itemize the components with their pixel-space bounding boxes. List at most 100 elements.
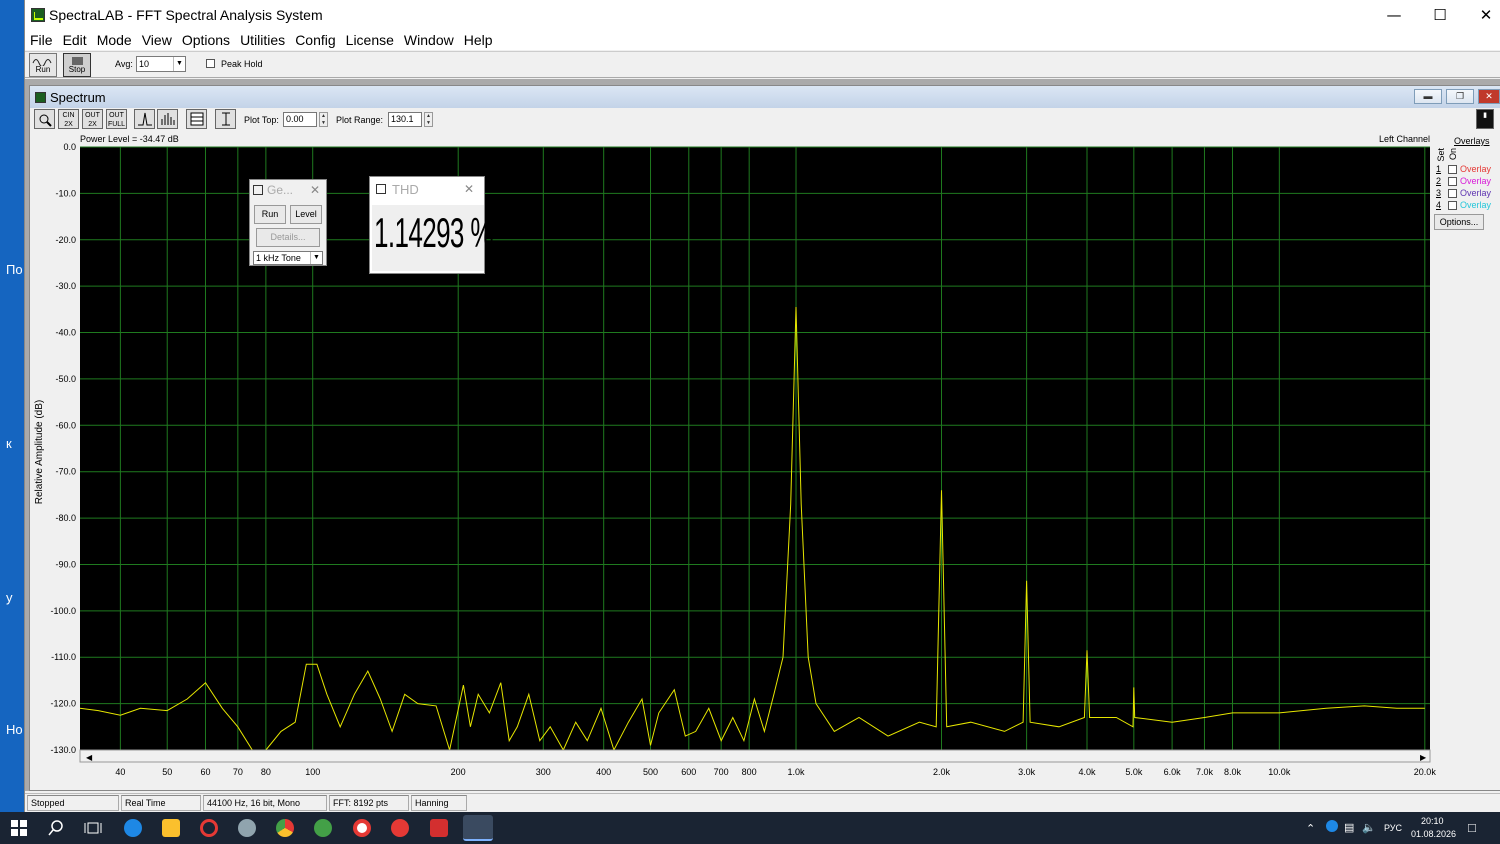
scroll-right-icon[interactable]: ▶: [1420, 753, 1427, 762]
display-icon[interactable]: ▤: [1344, 821, 1354, 834]
horizontal-scrollbar[interactable]: [79, 749, 1431, 763]
tone-select[interactable]: 1 kHz Tone ▼: [253, 251, 323, 265]
menu-window[interactable]: Window: [399, 32, 459, 48]
zoom-out-2x-icon[interactable]: OUT 2X: [82, 109, 103, 129]
menu-license[interactable]: License: [341, 32, 399, 48]
desktop-label: По: [6, 262, 23, 277]
yandex-icon[interactable]: [391, 819, 409, 837]
generator-run-button[interactable]: Run: [254, 205, 286, 224]
close-icon[interactable]: ✕: [1463, 0, 1500, 29]
plot-top-input[interactable]: 0.00: [283, 112, 317, 127]
file-explorer-icon[interactable]: [162, 819, 180, 837]
chrome-icon[interactable]: [276, 819, 294, 837]
app-icon[interactable]: [238, 819, 256, 837]
zoom-in-2x-icon[interactable]: CIN 2X: [58, 109, 79, 129]
overlays-title[interactable]: Overlays: [1454, 136, 1490, 146]
overlay-set-2[interactable]: 2: [1436, 176, 1441, 186]
overlay-set-1[interactable]: 1: [1436, 164, 1441, 174]
y-tick-label: -90.0: [55, 559, 76, 569]
generator-level-button[interactable]: Level: [290, 205, 322, 224]
title-bar[interactable]: SpectraLAB - FFT Spectral Analysis Syste…: [25, 0, 1500, 29]
run-button[interactable]: Run: [29, 53, 57, 77]
zoom-full-icon[interactable]: OUT FULL: [106, 109, 127, 129]
spectrum-chart[interactable]: 0.0 -10.0 -20.0 -30.0 -40.0 -50.0 -60.0 -70.0 -8…: [30, 132, 1450, 782]
y-tick-label: -70.0: [55, 467, 76, 477]
overlay-set-3[interactable]: 3: [1436, 188, 1441, 198]
menu-file[interactable]: File: [25, 32, 58, 48]
edge-icon[interactable]: [124, 819, 142, 837]
generator-details-button[interactable]: Details...: [256, 228, 320, 247]
spectrum-title-bar[interactable]: Spectrum ▬ ❐ ✕: [30, 86, 1500, 108]
x-tick-label: 5.0k: [1125, 767, 1143, 777]
close-icon[interactable]: ✕: [1478, 89, 1500, 104]
menu-utilities[interactable]: Utilities: [235, 32, 290, 48]
network-icon[interactable]: [1326, 820, 1338, 832]
desktop-label: Но: [6, 722, 23, 737]
minimize-icon[interactable]: —: [1371, 0, 1417, 29]
restore-icon[interactable]: ❐: [1446, 89, 1474, 104]
maximize-icon[interactable]: ☐: [1417, 0, 1463, 29]
overlay-label: Overlay: [1460, 164, 1492, 174]
notification-icon[interactable]: □: [1468, 820, 1476, 835]
peak-hold-checkbox[interactable]: [206, 59, 215, 68]
opera-icon[interactable]: [200, 819, 218, 837]
avg-select[interactable]: 10 ▼: [136, 56, 186, 72]
browser-icon[interactable]: [314, 819, 332, 837]
close-icon[interactable]: ✕: [464, 182, 474, 196]
generator-title-bar[interactable]: Ge... ✕: [250, 180, 326, 200]
x-tick-label: 60: [200, 767, 210, 777]
plot-top-spinner-icon[interactable]: ▲ ▼: [319, 112, 328, 127]
search-icon[interactable]: [47, 819, 65, 837]
start-icon[interactable]: [10, 819, 28, 837]
chevron-up-icon[interactable]: ⌃: [1306, 822, 1315, 835]
thd-title-bar[interactable]: THD ✕: [370, 179, 484, 199]
overlays-panel: Overlays Set On 1 Overlay 2 Overlay 3 Overlay…: [1432, 134, 1500, 234]
y-tick-label: -20.0: [55, 235, 76, 245]
volume-icon[interactable]: 🔈: [1362, 821, 1376, 834]
plot-range-spinner-icon[interactable]: ▲ ▼: [424, 112, 433, 127]
menu-help[interactable]: Help: [459, 32, 498, 48]
plot-range-label: Plot Range:: [336, 115, 384, 125]
menu-config[interactable]: Config: [290, 32, 340, 48]
y-tick-label: 0.0: [63, 142, 76, 152]
stop-button[interactable]: Stop: [63, 53, 91, 77]
task-view-icon[interactable]: [84, 819, 102, 837]
office-icon[interactable]: [430, 819, 448, 837]
y-axis-label: Relative Amplitude (dB): [34, 400, 45, 505]
menu-mode[interactable]: Mode: [92, 32, 137, 48]
menu-view[interactable]: View: [137, 32, 177, 48]
x-tick-label: 3.0k: [1018, 767, 1036, 777]
y-tick-label: -60.0: [55, 420, 76, 430]
cursor-icon[interactable]: [215, 109, 236, 129]
menu-edit[interactable]: Edit: [58, 32, 92, 48]
zoom-icon[interactable]: [34, 109, 55, 129]
overlay-on-checkbox[interactable]: [1448, 177, 1457, 186]
stop-button-label: Stop: [68, 65, 86, 74]
x-tick-label: 200: [451, 767, 466, 777]
overlay-on-checkbox[interactable]: [1448, 201, 1457, 210]
clock-date[interactable]: 01.08.2026: [1411, 829, 1456, 839]
overlay-on-checkbox[interactable]: [1448, 165, 1457, 174]
plot-top-label: Plot Top:: [244, 115, 279, 125]
overlay-on-checkbox[interactable]: [1448, 189, 1457, 198]
scroll-left-icon[interactable]: ◀: [86, 753, 93, 762]
overlay-set-4[interactable]: 4: [1436, 200, 1441, 210]
minimize-icon[interactable]: ▬: [1414, 89, 1442, 104]
x-tick-label: 2.0k: [933, 767, 951, 777]
plot-range-input[interactable]: 130.1: [388, 112, 422, 127]
y-tick-label: -30.0: [55, 281, 76, 291]
y-tick-label: -130.0: [50, 745, 76, 755]
line-plot-icon[interactable]: [134, 109, 155, 129]
table-icon[interactable]: [186, 109, 207, 129]
bar-plot-icon[interactable]: [157, 109, 178, 129]
yandex-browser-icon[interactable]: [353, 819, 371, 837]
menu-options[interactable]: Options: [177, 32, 235, 48]
pin-icon[interactable]: ▮: [1476, 109, 1494, 129]
language-indicator[interactable]: РУС: [1384, 823, 1402, 833]
clock-time[interactable]: 20:10: [1421, 816, 1444, 826]
avg-value: 10: [139, 59, 150, 69]
spectralab-taskbar-icon[interactable]: [463, 815, 493, 841]
x-tick-label: 500: [643, 767, 658, 777]
close-icon[interactable]: ✕: [310, 183, 320, 197]
overlays-options-button[interactable]: Options...: [1434, 214, 1484, 230]
